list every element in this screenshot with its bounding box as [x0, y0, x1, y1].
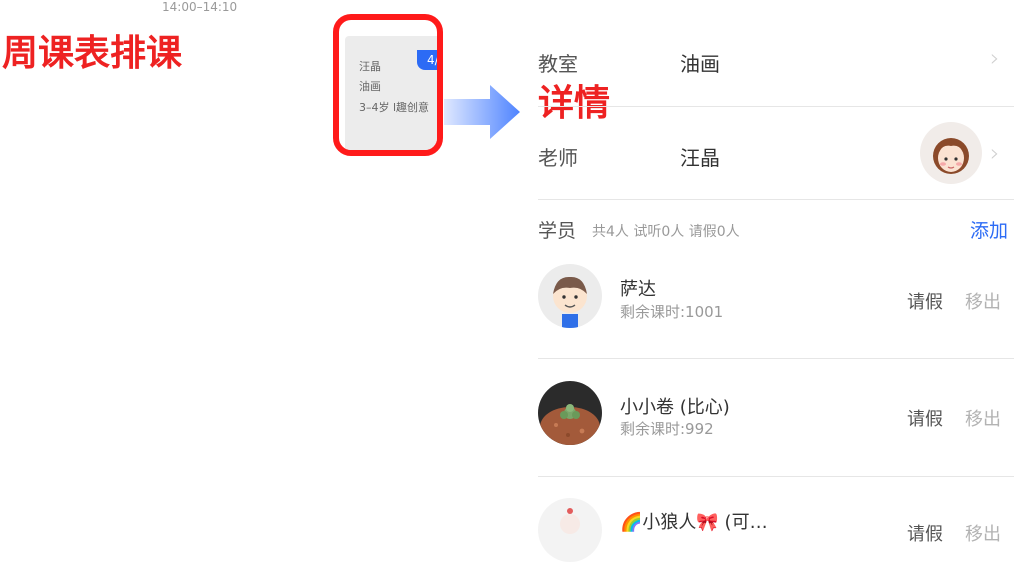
add-student-button[interactable]: 添加 [970, 216, 1008, 243]
classroom-label: 教室 [538, 52, 578, 76]
student-avatar [538, 498, 602, 562]
divider [538, 476, 1014, 477]
teacher-avatar[interactable] [920, 122, 982, 184]
student-count-badge: 4/ [417, 50, 437, 70]
teacher-chevron-icon[interactable]: › [990, 139, 1000, 167]
student-name: 小小卷 (比心) [620, 397, 730, 418]
leave-button[interactable]: 请假 [907, 520, 943, 546]
students-label: 学员 [538, 220, 577, 242]
student-name: 🌈小狼人🎀 (可… [620, 512, 768, 533]
divider [538, 199, 1014, 200]
remove-button[interactable]: 移出 [965, 520, 1001, 546]
card-teacher: 汪晶 [359, 60, 381, 73]
divider [538, 358, 1014, 359]
course-card[interactable]: 4/ 汪晶 油画 3–4岁 l趣创意 [345, 36, 437, 150]
teacher-label: 老师 [538, 146, 578, 170]
time-range: 14:00–14:10 [162, 0, 238, 14]
card-course: 3–4岁 l趣创意 [359, 101, 430, 114]
remove-button[interactable]: 移出 [965, 288, 1001, 314]
leave-button[interactable]: 请假 [907, 405, 943, 431]
students-summary: 共4人 试听0人 请假0人 [592, 224, 740, 240]
student-remaining: 剩余课时:992 [620, 420, 714, 438]
leave-button[interactable]: 请假 [907, 288, 943, 314]
annotation-weekly-schedule: 周课表排课 [2, 33, 183, 74]
classroom-chevron-icon[interactable]: › [990, 44, 1000, 72]
student-avatar [538, 381, 602, 445]
card-classroom: 油画 [359, 80, 381, 93]
course-card-highlight[interactable]: 4/ 汪晶 油画 3–4岁 l趣创意 [333, 14, 443, 156]
arrow-right-icon [444, 85, 524, 143]
student-remaining: 剩余课时:1001 [620, 303, 724, 321]
student-name: 萨达 [620, 279, 656, 300]
teacher-value[interactable]: 汪晶 [680, 142, 720, 171]
annotation-details: 详情 [538, 83, 611, 124]
divider [538, 106, 1014, 107]
student-avatar [538, 264, 602, 328]
remove-button[interactable]: 移出 [965, 405, 1001, 431]
classroom-value[interactable]: 油画 [680, 48, 720, 77]
